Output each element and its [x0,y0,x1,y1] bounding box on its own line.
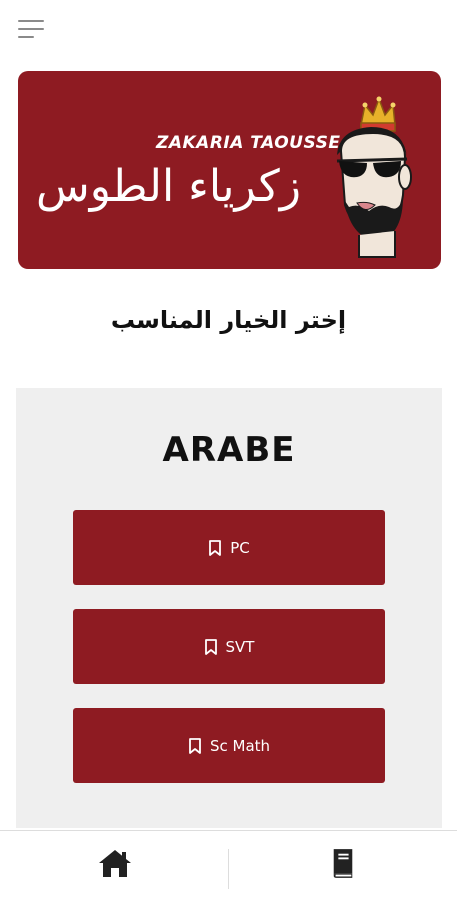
subject-card: ARABE PC SVT Sc Math [16,388,442,828]
bottom-navigation [0,830,457,900]
portrait-illustration [336,96,412,258]
banner-latin-name: ZAKARIA TAOUSSE [156,133,341,153]
option-label: PC [230,538,250,557]
book-icon[interactable] [323,845,363,881]
page-subtitle: إختر الخيار المناسب [110,306,347,334]
bookmark-icon [204,638,217,655]
option-button-sc-math[interactable]: Sc Math [73,708,385,783]
header-banner: ZAKARIA TAOUSSE زكرياء الطوس [18,71,441,269]
crown-icon [360,96,396,132]
hamburger-menu-icon[interactable] [18,20,46,42]
section-title: ARABE [162,430,296,470]
option-label: Sc Math [209,736,271,755]
banner-arabic-name: زكرياء الطوس [36,161,301,212]
option-button-svt[interactable]: SVT [73,609,385,684]
option-label: SVT [225,637,255,656]
home-icon[interactable] [95,845,135,881]
nav-divider [228,849,229,889]
bookmark-icon [209,539,222,556]
bookmark-icon [189,737,201,754]
option-button-pc[interactable]: PC [73,510,385,585]
